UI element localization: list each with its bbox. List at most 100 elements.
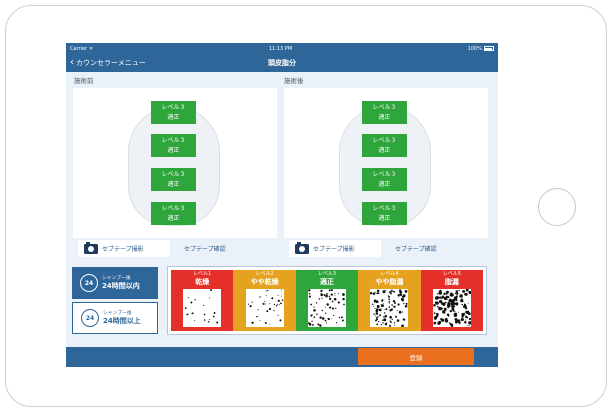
sebum-speck <box>389 308 393 312</box>
before-badge-4[interactable]: レベル３ 適正 <box>151 202 196 225</box>
sebum-speck <box>465 289 469 292</box>
sebum-speck <box>308 295 312 298</box>
shampoo-within-24h-button[interactable]: 24 シャンプー後 24時間以内 <box>72 267 158 299</box>
before-badge-1[interactable]: レベル３ 適正 <box>151 101 196 124</box>
carrier-label: Carrier ᯤ <box>70 45 94 52</box>
level-card-5[interactable]: レベル5 脂漏 <box>420 270 484 331</box>
home-button[interactable] <box>538 188 576 226</box>
sebum-speck <box>251 321 254 324</box>
sebum-speck <box>445 295 448 298</box>
sebum-speck <box>319 324 322 327</box>
sebum-speck <box>447 315 450 317</box>
sebum-speck <box>467 324 469 326</box>
sebum-pattern-image <box>183 289 222 327</box>
before-badge-2[interactable]: レベル３ 適正 <box>151 134 196 157</box>
sebum-speck <box>394 322 396 324</box>
sebum-speck <box>401 324 405 327</box>
sebum-speck <box>468 325 470 327</box>
sebum-speck <box>343 303 345 306</box>
sebum-speck <box>397 303 401 306</box>
badge-status: 適正 <box>167 113 180 121</box>
sebum-speck <box>334 292 336 295</box>
after-badge-2[interactable]: レベル３ 適正 <box>362 134 407 157</box>
battery-percent: 100% <box>467 45 482 52</box>
sebum-speck <box>336 322 338 324</box>
sebum-speck <box>194 299 196 301</box>
level-card-1[interactable]: レベル1 乾燥 <box>171 270 234 331</box>
sebum-speck <box>373 313 376 315</box>
sebum-speck <box>324 306 326 308</box>
before-camera-button[interactable]: セブテープ撮影 <box>78 240 170 257</box>
sebum-speck <box>450 299 454 303</box>
sebum-speck <box>389 291 392 293</box>
sebum-pattern-image <box>308 289 347 327</box>
sebum-speck <box>397 310 399 312</box>
sebum-speck <box>326 292 328 295</box>
sebum-speck <box>385 308 388 311</box>
level-card-4[interactable]: レベル4 やや脂漏 <box>358 270 421 331</box>
level-card-2[interactable]: レベル2 やや乾燥 <box>233 270 296 331</box>
after-badge-4[interactable]: レベル３ 適正 <box>362 202 407 225</box>
sebum-speck <box>433 315 438 320</box>
sebum-pattern-image <box>245 289 284 327</box>
before-confirm-link[interactable]: セブテープ確認 <box>184 244 226 253</box>
sebum-speck <box>320 292 323 295</box>
sebum-speck <box>331 300 334 303</box>
sebum-speck <box>440 318 444 322</box>
after-badge-3[interactable]: レベル３ 適正 <box>362 168 407 191</box>
sebum-speck <box>454 302 459 306</box>
sebum-speck <box>187 313 189 315</box>
sebum-speck <box>389 303 391 305</box>
sebum-speck <box>393 299 396 303</box>
after-confirm-link[interactable]: セブテープ確認 <box>395 244 437 253</box>
sebum-speck <box>445 317 448 321</box>
sebum-speck <box>397 319 400 322</box>
sebum-speck <box>194 320 196 322</box>
sebum-speck <box>203 304 205 306</box>
sebum-speck <box>390 293 393 295</box>
sebum-speck <box>323 294 326 297</box>
camera-label: セブテープ撮影 <box>313 246 355 253</box>
clock-label: 11:13 PM <box>268 45 293 52</box>
badge-status: 適正 <box>378 113 391 121</box>
after-camera-button[interactable]: セブテープ撮影 <box>289 240 381 257</box>
sebum-speck <box>374 301 376 303</box>
register-button[interactable]: 登録 <box>358 348 474 365</box>
sebum-speck <box>436 296 439 300</box>
sebum-speck <box>461 289 465 293</box>
after-badge-1[interactable]: レベル３ 適正 <box>362 101 407 124</box>
sebum-speck <box>445 301 447 304</box>
sebum-speck <box>464 306 468 310</box>
sebum-speck <box>210 289 213 292</box>
before-badge-3[interactable]: レベル３ 適正 <box>151 168 196 191</box>
sebum-speck <box>467 312 471 316</box>
sebum-speck <box>326 294 328 296</box>
sebum-speck <box>435 313 439 316</box>
sebum-speck <box>318 298 321 300</box>
sebum-speck <box>388 295 390 297</box>
sebum-speck <box>406 302 409 305</box>
sebum-speck <box>370 292 373 295</box>
shampoo-over-24h-button[interactable]: 24 シャンプー後 24時間以上 <box>72 302 158 334</box>
sebum-speck <box>209 319 211 321</box>
sebum-speck <box>402 318 405 320</box>
sebum-speck <box>333 297 337 301</box>
level-scale: レベル1 乾燥 レベル2 やや乾燥 レベル3 適正 レベル4 やや脂漏 レベル5… <box>167 266 487 335</box>
sebum-speck <box>317 323 320 326</box>
sebum-speck <box>391 304 394 306</box>
sebum-speck <box>377 315 380 318</box>
level-card-3[interactable]: レベル3 適正 <box>295 270 359 331</box>
sebum-speck <box>249 305 252 308</box>
sebum-speck <box>268 303 270 305</box>
sebum-speck <box>265 310 268 313</box>
sebum-speck <box>459 295 462 298</box>
back-button[interactable]: ‹ カウンセラーメニュー <box>70 54 146 72</box>
sebum-speck <box>379 314 382 317</box>
sebum-speck <box>451 322 453 324</box>
sebum-speck <box>385 316 387 318</box>
camera-icon <box>295 241 309 254</box>
sebum-speck <box>337 292 339 295</box>
sebum-speck <box>329 297 332 301</box>
sebum-speck <box>378 321 380 323</box>
sebum-speck <box>381 303 383 305</box>
